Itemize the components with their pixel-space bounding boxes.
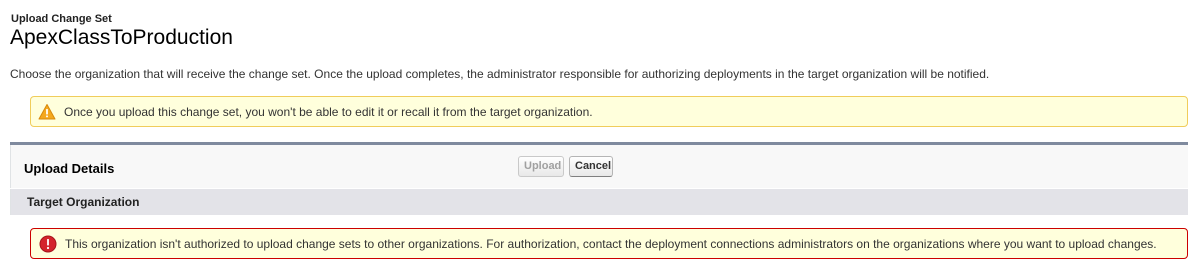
error-message: This organization isn't authorized to up… [30, 228, 1188, 259]
panel-title: Upload Details [24, 161, 115, 176]
section-title: Target Organization [27, 195, 140, 209]
page-subtitle: Upload Change Set [11, 13, 112, 25]
error-icon [39, 235, 57, 253]
warning-icon [38, 103, 56, 121]
warning-message: Once you upload this change set, you won… [30, 96, 1188, 127]
target-organization-section-header: Target Organization [10, 189, 1188, 215]
page-description: Choose the organization that will receiv… [10, 67, 990, 81]
page-title: ApexClassToProduction [10, 26, 233, 49]
cancel-button[interactable]: Cancel [569, 156, 613, 177]
warning-text: Once you upload this change set, you won… [64, 104, 593, 119]
panel-header: Upload Details Upload Cancel [10, 145, 1188, 188]
error-text: This organization isn't authorized to up… [65, 236, 1157, 251]
upload-button[interactable]: Upload [518, 156, 564, 177]
